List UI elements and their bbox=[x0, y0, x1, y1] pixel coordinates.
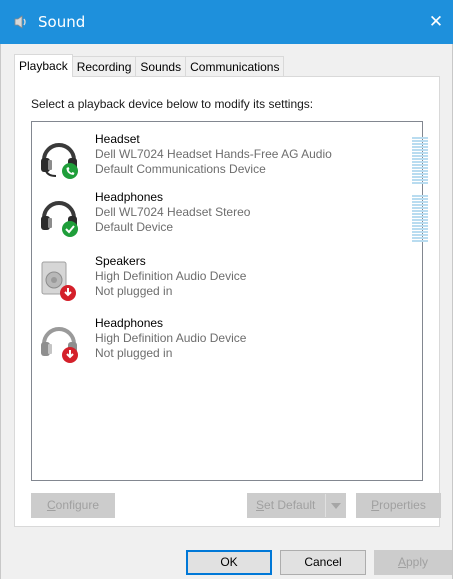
volume-level-meter bbox=[412, 195, 428, 245]
device-status: Default Communications Device bbox=[95, 162, 266, 176]
phone-badge-icon bbox=[62, 163, 78, 179]
playback-tab-panel: Select a playback device below to modify… bbox=[14, 76, 441, 527]
headphones-icon bbox=[41, 201, 78, 237]
device-list[interactable]: Headset Dell WL7024 Headset Hands-Free A… bbox=[31, 121, 428, 481]
window-title: Sound bbox=[38, 13, 86, 31]
set-default-button[interactable]: Set Default bbox=[247, 493, 346, 518]
device-model: High Definition Audio Device bbox=[95, 331, 247, 345]
device-model: Dell WL7024 Headset Hands-Free AG Audio bbox=[95, 147, 332, 161]
list-item-device[interactable]: Headphones High Definition Audio Device … bbox=[32, 314, 422, 370]
ok-button[interactable]: OK bbox=[186, 550, 272, 575]
title-bar[interactable]: Sound ✕ bbox=[0, 0, 453, 44]
list-item-device[interactable]: Headphones Dell WL7024 Headset Stereo De… bbox=[32, 188, 428, 244]
configure-button[interactable]: Configure bbox=[31, 493, 115, 518]
chevron-down-icon[interactable] bbox=[325, 494, 345, 517]
device-status: Not plugged in bbox=[95, 346, 173, 360]
device-model: Dell WL7024 Headset Stereo bbox=[95, 205, 251, 219]
instruction-text: Select a playback device below to modify… bbox=[31, 97, 314, 111]
tab-recording[interactable]: Recording bbox=[71, 56, 137, 77]
tab-communications[interactable]: Communications bbox=[185, 56, 285, 77]
list-item-device[interactable]: Headset Dell WL7024 Headset Hands-Free A… bbox=[32, 130, 428, 186]
device-name: Headset bbox=[95, 132, 140, 146]
speaker-icon bbox=[41, 261, 76, 301]
tab-playback[interactable]: Playback bbox=[14, 54, 73, 77]
list-item-device[interactable]: Speakers High Definition Audio Device No… bbox=[32, 252, 422, 308]
checkmark-badge-icon bbox=[62, 221, 78, 237]
dialog-client-area: Playback Recording Sounds Communications… bbox=[0, 44, 453, 579]
properties-button[interactable]: Properties bbox=[356, 493, 441, 518]
device-status: Default Device bbox=[95, 220, 174, 234]
volume-level-meter bbox=[412, 137, 428, 187]
headset-icon bbox=[41, 143, 78, 179]
device-name: Headphones bbox=[95, 316, 164, 330]
tab-strip: Playback Recording Sounds Communications bbox=[14, 54, 285, 77]
apply-button[interactable]: Apply bbox=[374, 550, 452, 575]
device-name: Speakers bbox=[95, 254, 146, 268]
device-name: Headphones bbox=[95, 190, 164, 204]
speaker-app-icon bbox=[14, 15, 26, 29]
tab-sounds[interactable]: Sounds bbox=[135, 56, 187, 77]
device-model: High Definition Audio Device bbox=[95, 269, 247, 283]
headphones-icon bbox=[41, 327, 78, 363]
close-icon[interactable]: ✕ bbox=[425, 11, 447, 33]
device-status: Not plugged in bbox=[95, 284, 173, 298]
cancel-button[interactable]: Cancel bbox=[280, 550, 366, 575]
